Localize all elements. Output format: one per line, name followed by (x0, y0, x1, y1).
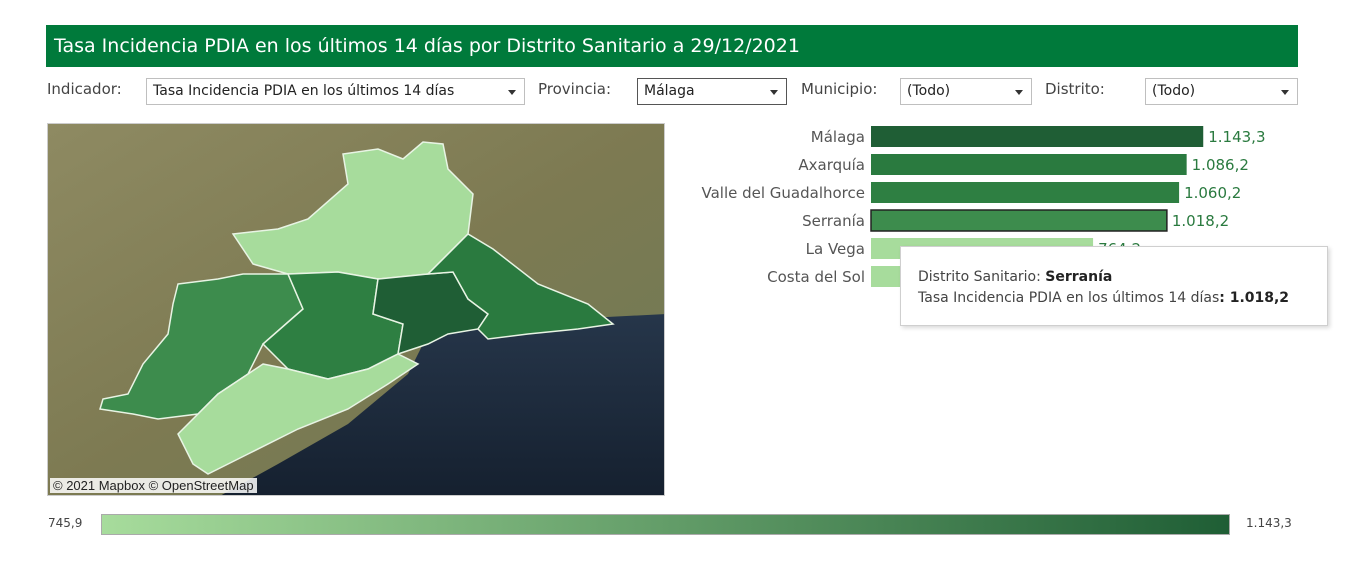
chevron-down-icon (508, 90, 516, 95)
category-label: Axarquía (798, 156, 865, 174)
tooltip-district-label: Distrito Sanitario: (918, 269, 1046, 285)
municipio-select-value: (Todo) (907, 83, 951, 99)
category-label: Serranía (802, 212, 865, 230)
map-attribution[interactable]: © 2021 Mapbox © OpenStreetMap (50, 478, 257, 493)
district-map[interactable]: © 2021 Mapbox © OpenStreetMap (47, 123, 665, 496)
tooltip-metric-value: : 1.018,2 (1219, 290, 1290, 306)
chevron-down-icon (1281, 90, 1289, 95)
bar[interactable] (870, 209, 1168, 232)
tooltip-metric-label: Tasa Incidencia PDIA en los últimos 14 d… (918, 290, 1220, 306)
tooltip-line-2: Tasa Incidencia PDIA en los últimos 14 d… (918, 288, 1327, 309)
bar[interactable] (871, 126, 1204, 147)
page-title: Tasa Incidencia PDIA en los últimos 14 d… (46, 25, 1298, 67)
provincia-label: Provincia: (538, 80, 612, 98)
indicador-select[interactable]: Tasa Incidencia PDIA en los últimos 14 d… (146, 78, 525, 105)
bar[interactable] (871, 182, 1180, 203)
bar[interactable] (871, 154, 1187, 175)
legend-max: 1.143,3 (1246, 516, 1292, 530)
category-label: Valle del Guadalhorce (701, 184, 865, 202)
value-label: 1.143,3 (1208, 128, 1265, 146)
indicador-label: Indicador: (47, 80, 122, 98)
distrito-label: Distrito: (1045, 80, 1105, 98)
provincia-select-value: Málaga (644, 83, 695, 99)
provincia-select[interactable]: Málaga (637, 78, 787, 105)
value-label: 1.086,2 (1192, 156, 1249, 174)
municipio-select[interactable]: (Todo) (900, 78, 1032, 105)
municipio-label: Municipio: (801, 80, 878, 98)
indicador-select-value: Tasa Incidencia PDIA en los últimos 14 d… (153, 83, 455, 99)
legend-min: 745,9 (48, 516, 83, 530)
category-label: Málaga (811, 128, 865, 146)
legend-color-ramp (101, 514, 1230, 535)
category-label: La Vega (806, 240, 865, 258)
distrito-select-value: (Todo) (1152, 83, 1196, 99)
distrito-select[interactable]: (Todo) (1145, 78, 1298, 105)
value-label: 1.060,2 (1184, 184, 1241, 202)
chevron-down-icon (770, 90, 778, 95)
map-canvas (48, 124, 664, 495)
tooltip: Distrito Sanitario: Serranía Tasa Incide… (900, 246, 1328, 326)
value-label: 1.018,2 (1172, 212, 1229, 230)
chevron-down-icon (1015, 90, 1023, 95)
tooltip-district-value: Serranía (1045, 269, 1113, 285)
tooltip-line-1: Distrito Sanitario: Serranía (918, 267, 1327, 288)
category-label: Costa del Sol (767, 268, 865, 286)
